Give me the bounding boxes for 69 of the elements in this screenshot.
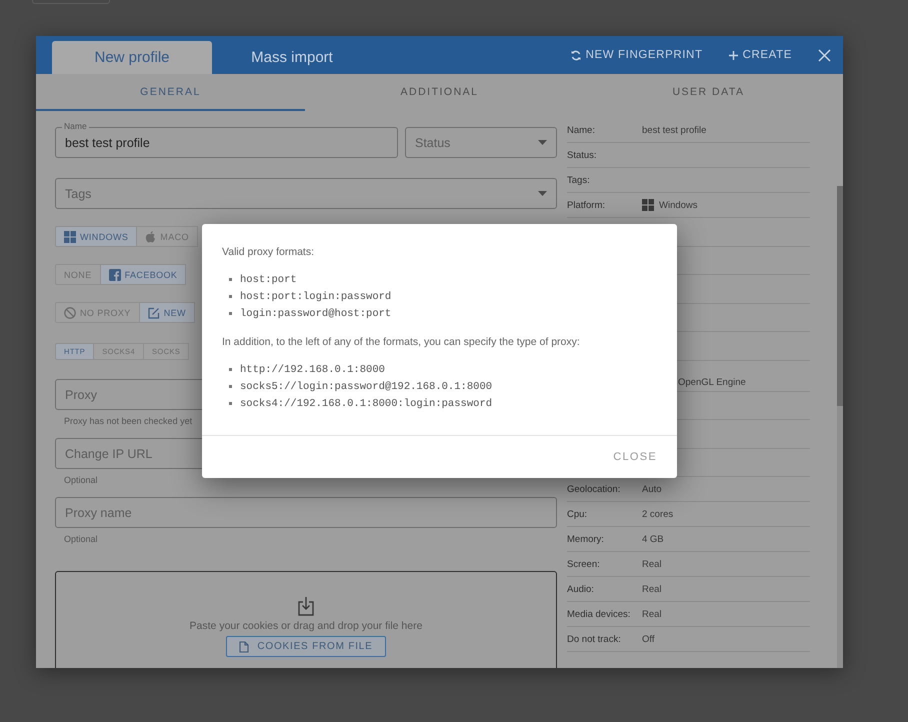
dialog-text: In addition, to the left of any of the formats, you can specify the type of proxy: (222, 336, 581, 348)
dropdown-caret-icon (538, 140, 547, 145)
summary-label: Platform: (567, 200, 606, 210)
summary-value: Windows (659, 200, 698, 210)
ban-icon (64, 306, 76, 318)
bullet-icon (229, 385, 232, 388)
summary-value: Off (642, 634, 654, 644)
plus-icon (728, 50, 738, 60)
facebook-icon (108, 268, 121, 280)
toggle-option[interactable]: NEW (138, 302, 195, 323)
tags-select[interactable]: Tags (55, 178, 557, 209)
toggle-option[interactable]: FACEBOOK (100, 264, 186, 285)
close-button[interactable]: CLOSE (611, 449, 659, 465)
download-tray-icon (297, 596, 315, 616)
header-tab[interactable]: New profile (52, 41, 212, 74)
toggle-option[interactable]: WINDOWS (55, 226, 138, 247)
summary-value: 4 GB (642, 534, 664, 544)
close-icon[interactable] (818, 48, 831, 62)
new-fingerprint-button[interactable]: NEW FINGERPRINT (570, 49, 703, 61)
section-tab[interactable]: GENERAL (36, 74, 305, 111)
windows-icon (642, 199, 654, 211)
summary-value: 2 cores (642, 508, 674, 520)
cookies-drop-zone[interactable]: Paste your cookies or drag and drop your file here COOKIES FROM FILE (55, 571, 557, 668)
bullet-icon (229, 368, 232, 371)
summary-label: Audio: (567, 584, 595, 594)
summary-label: Screen: (567, 558, 601, 570)
apple-icon (145, 230, 156, 242)
summary-value: Real (642, 558, 662, 570)
status-select[interactable]: Status (405, 127, 557, 158)
helper-text: Optional (64, 475, 99, 485)
bullet-icon (229, 402, 232, 405)
summary-value: OpenGL Engine (678, 376, 746, 388)
summary-label: Memory: (567, 534, 605, 544)
summary-label: Media devices: (567, 608, 632, 620)
summary-label: Status: (567, 150, 598, 160)
edit-icon (148, 306, 160, 318)
scrollbar[interactable] (837, 186, 843, 668)
text-field[interactable]: Proxy name (55, 497, 557, 528)
format-item: host:port:login:password (240, 290, 392, 304)
summary-label: Tags: (567, 174, 591, 186)
example-item: http://192.168.0.1:8000 (240, 362, 385, 376)
summary-value: best test profile (642, 124, 706, 136)
helper-text: Proxy has not been checked yet (64, 416, 194, 426)
section-tab[interactable]: ADDITIONAL (305, 74, 574, 111)
summary-value: Real (642, 584, 662, 594)
file-icon (239, 640, 250, 652)
example-item: socks5://login:password@192.168.0.1:8000 (240, 380, 492, 394)
summary-value: Real (642, 608, 662, 620)
summary-label: Cpu: (567, 508, 588, 520)
create-button[interactable]: CREATE (728, 49, 792, 61)
helper-text: Optional (64, 534, 99, 544)
bullet-icon (229, 295, 232, 298)
drop-hint: Paste your cookies or drag and drop your file here (190, 620, 422, 632)
windows-icon (64, 230, 76, 242)
cookies-from-file-button[interactable]: COOKIES FROM FILE (226, 636, 386, 657)
summary-label: Geolocation: (567, 484, 622, 494)
format-item: host:port (240, 272, 297, 286)
section-tab[interactable]: USER DATA (574, 74, 843, 111)
format-item: login:password@host:port (240, 306, 392, 320)
summary-label: Do not track: (567, 634, 622, 644)
refresh-icon (570, 50, 581, 60)
summary-label: Name: (567, 124, 596, 136)
dropdown-caret-icon (538, 191, 547, 196)
example-item: socks4://192.168.0.1:8000:login:password (240, 396, 492, 410)
header-tab[interactable]: Mass import (212, 41, 372, 74)
bullet-icon (229, 278, 232, 281)
dialog-text: Valid proxy formats: (222, 246, 316, 258)
bullet-icon (229, 312, 232, 315)
summary-value: Auto (642, 484, 662, 494)
